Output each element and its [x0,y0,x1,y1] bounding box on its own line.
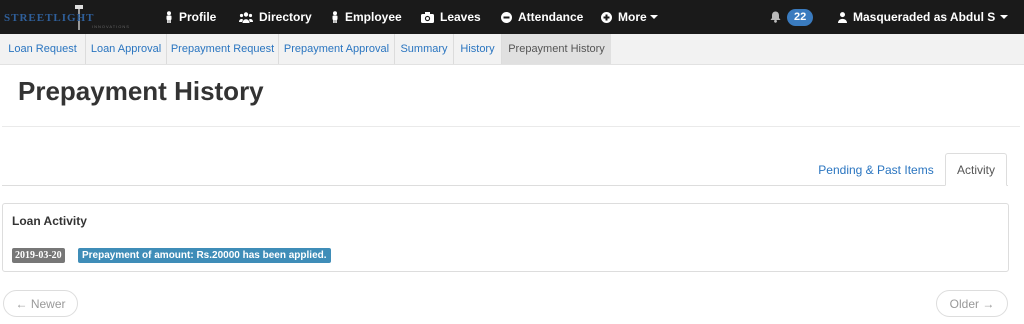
loan-activity-panel: Loan Activity 2019-03-20 Prepayment of a… [2,203,1009,272]
page-title: Prepayment History [18,76,264,106]
nav-employee-label: Employee [345,10,402,24]
notifications-button[interactable]: 22 [770,0,814,34]
bell-icon [770,11,781,23]
subnav-prepayment-request[interactable]: Prepayment Request [167,34,279,64]
logo-text: STREETLIGHT [4,12,95,24]
user-menu-label: Masqueraded as Abdul S [853,10,996,24]
camera-icon [421,11,434,23]
nav-directory[interactable]: Directory [239,0,312,34]
user-menu-dropdown[interactable]: Masqueraded as Abdul S [838,0,1009,34]
tab-activity[interactable]: Activity [945,153,1007,186]
minus-circle-icon [501,11,512,23]
subnav-prepayment-approval[interactable]: Prepayment Approval [279,34,395,64]
activity-message-label: Prepayment of amount: Rs.20000 has been … [78,248,331,263]
notifications-count-badge: 22 [787,8,814,26]
nav-profile-label: Profile [179,10,217,24]
nav-profile[interactable]: Profile [165,0,216,34]
panel-title: Loan Activity [12,214,87,228]
nav-employee[interactable]: Employee [331,0,402,34]
subnav-prepayment-history[interactable]: Prepayment History [502,34,611,64]
user-icon [838,11,847,23]
tab-pending-past-items[interactable]: Pending & Past Items [810,153,942,186]
users-icon [239,11,253,23]
chevron-down-icon [1000,15,1009,19]
user-icon [165,11,173,23]
nav-more-label: More [618,10,647,24]
top-navbar: STREETLIGHT INNOVATIONS Profile Director… [0,0,1024,34]
nav-more-dropdown[interactable]: More [601,0,658,34]
nav-leaves[interactable]: Leaves [421,0,481,34]
company-logo[interactable]: STREETLIGHT INNOVATIONS [2,2,132,32]
user-icon [331,11,339,23]
activity-date-label: 2019-03-20 [12,248,65,263]
nav-attendance[interactable]: Attendance [501,0,583,34]
title-divider [2,126,1020,127]
older-button[interactable]: Older → [936,290,1008,317]
plus-circle-icon [601,11,612,23]
subnav-history[interactable]: History [454,34,502,64]
subnav-loan-approval[interactable]: Loan Approval [86,34,167,64]
newer-button[interactable]: ← Newer [3,290,78,317]
subnav-loan-request[interactable]: Loan Request [0,34,86,64]
nav-directory-label: Directory [259,10,312,24]
nav-leaves-label: Leaves [440,10,481,24]
sub-navigation: Loan Request Loan Approval Prepayment Re… [0,34,1024,65]
subnav-summary[interactable]: Summary [395,34,454,64]
logo-subtext: INNOVATIONS [92,24,130,29]
chevron-down-icon [649,15,658,19]
nav-attendance-label: Attendance [518,10,584,24]
